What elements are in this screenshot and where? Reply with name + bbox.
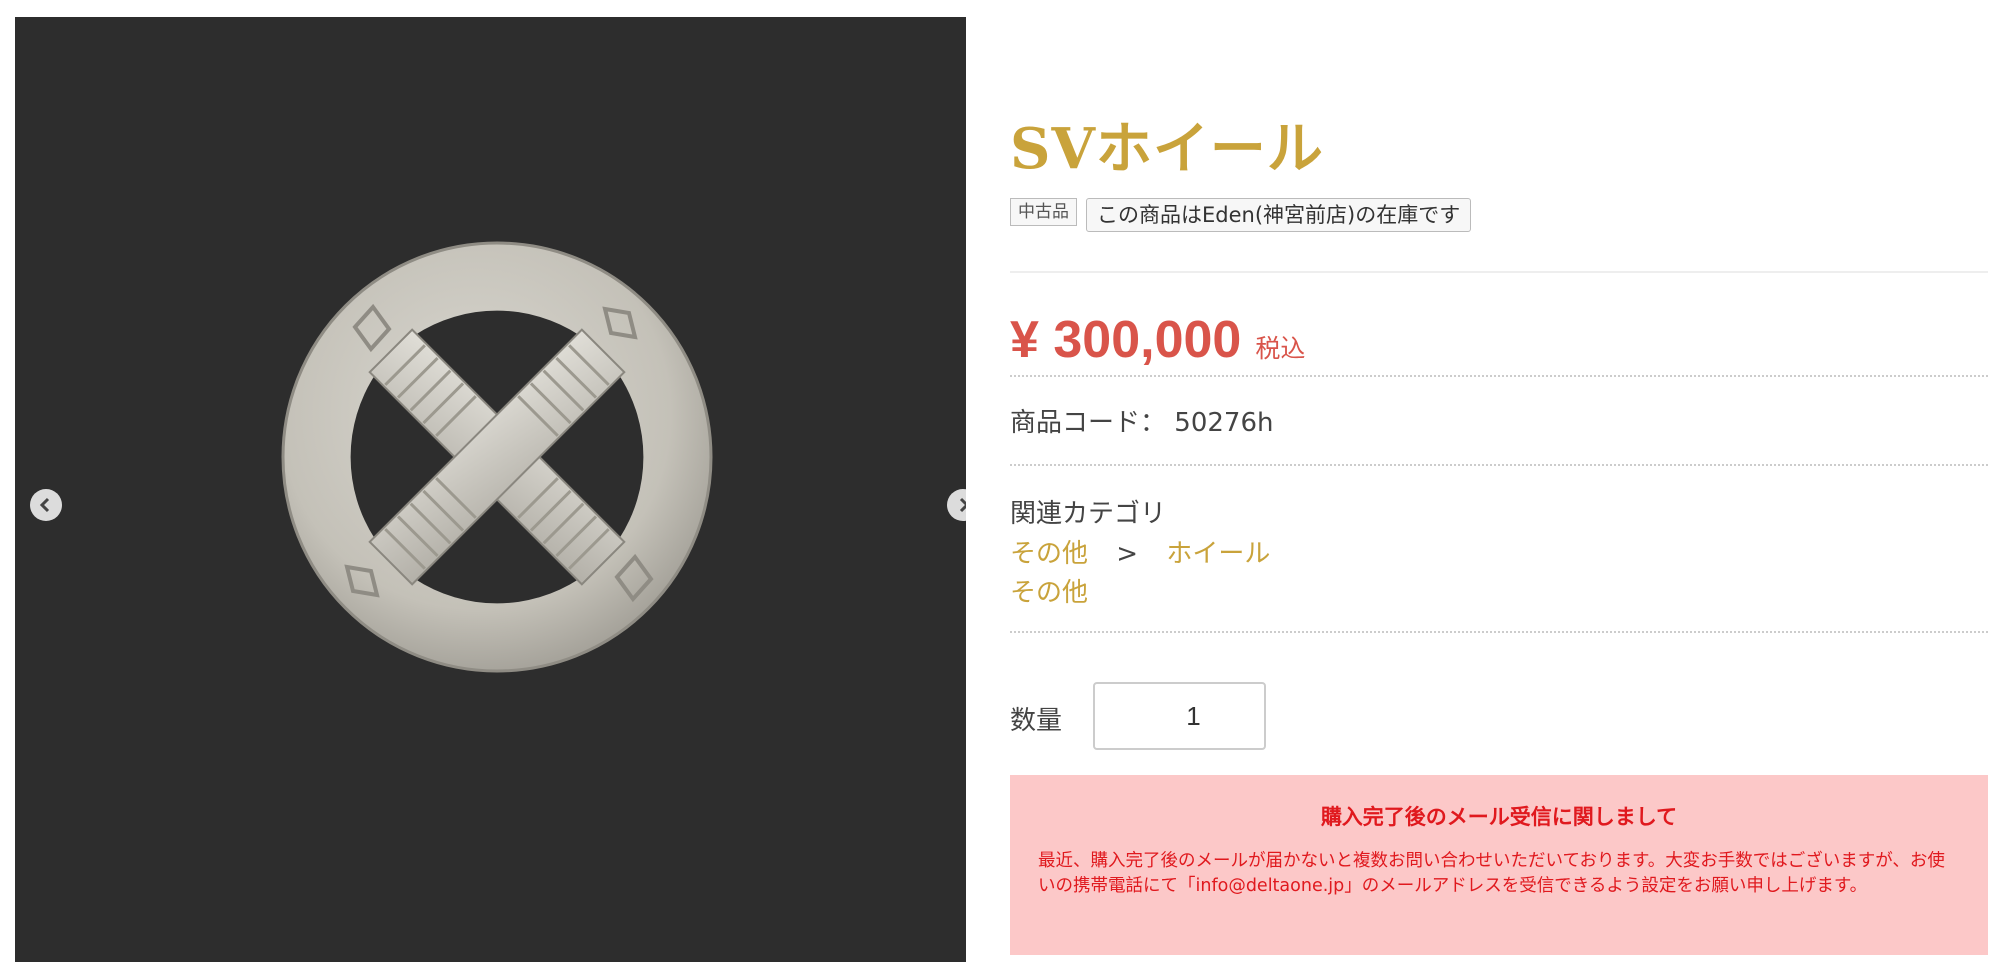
category-link-wheel[interactable]: ホイール bbox=[1166, 539, 1270, 569]
category-line: その他 bbox=[1010, 572, 1088, 609]
divider bbox=[1010, 375, 1988, 377]
quantity-input[interactable] bbox=[1093, 682, 1266, 750]
category-link-other-2[interactable]: その他 bbox=[1010, 578, 1088, 608]
divider bbox=[1010, 271, 1988, 273]
breadcrumb-separator: > bbox=[1116, 539, 1139, 569]
email-notice-box: 購入完了後のメール受信に関しまして 最近、購入完了後のメールが届かないと複数お問… bbox=[1010, 775, 1988, 955]
related-categories-label: 関連カテゴリ bbox=[1010, 499, 1167, 529]
notice-title: 購入完了後のメール受信に関しまして bbox=[1320, 805, 1678, 829]
badge-row: 中古品 この商品はEden(神宮前店)の在庫です bbox=[1010, 198, 1472, 232]
product-photo bbox=[15, 17, 966, 962]
price-row: ¥ 300,000 税込 bbox=[1010, 310, 1305, 370]
product-info-panel: SVホイール 中古品 この商品はEden(神宮前店)の在庫です ¥ 300,00… bbox=[1010, 0, 1988, 962]
product-code-label: 商品コード： bbox=[1010, 408, 1167, 438]
quantity-label: 数量 bbox=[1010, 706, 1063, 736]
category-breadcrumb: その他 > ホイール bbox=[1010, 533, 1270, 570]
divider bbox=[1010, 464, 1988, 466]
notice-body: 最近、購入完了後のメールが届かないと複数お問い合わせいただいております。大変お手… bbox=[1038, 851, 1945, 896]
tax-label: 税込 bbox=[1255, 334, 1306, 363]
chevron-right-icon bbox=[959, 497, 966, 513]
product-code: 商品コード： 50276h bbox=[1010, 402, 1273, 439]
condition-badge: 中古品 bbox=[1010, 198, 1077, 226]
product-title: SVホイール bbox=[1010, 116, 1324, 182]
divider bbox=[1010, 631, 1988, 633]
product-price: ¥ 300,000 bbox=[1010, 311, 1242, 369]
product-image-gallery bbox=[15, 17, 966, 962]
chevron-left-icon bbox=[39, 497, 50, 513]
category-link-other[interactable]: その他 bbox=[1010, 539, 1088, 569]
stock-location-badge: この商品はEden(神宮前店)の在庫です bbox=[1086, 198, 1472, 232]
product-code-value: 50276h bbox=[1174, 408, 1274, 438]
gallery-prev-button[interactable] bbox=[30, 489, 62, 521]
